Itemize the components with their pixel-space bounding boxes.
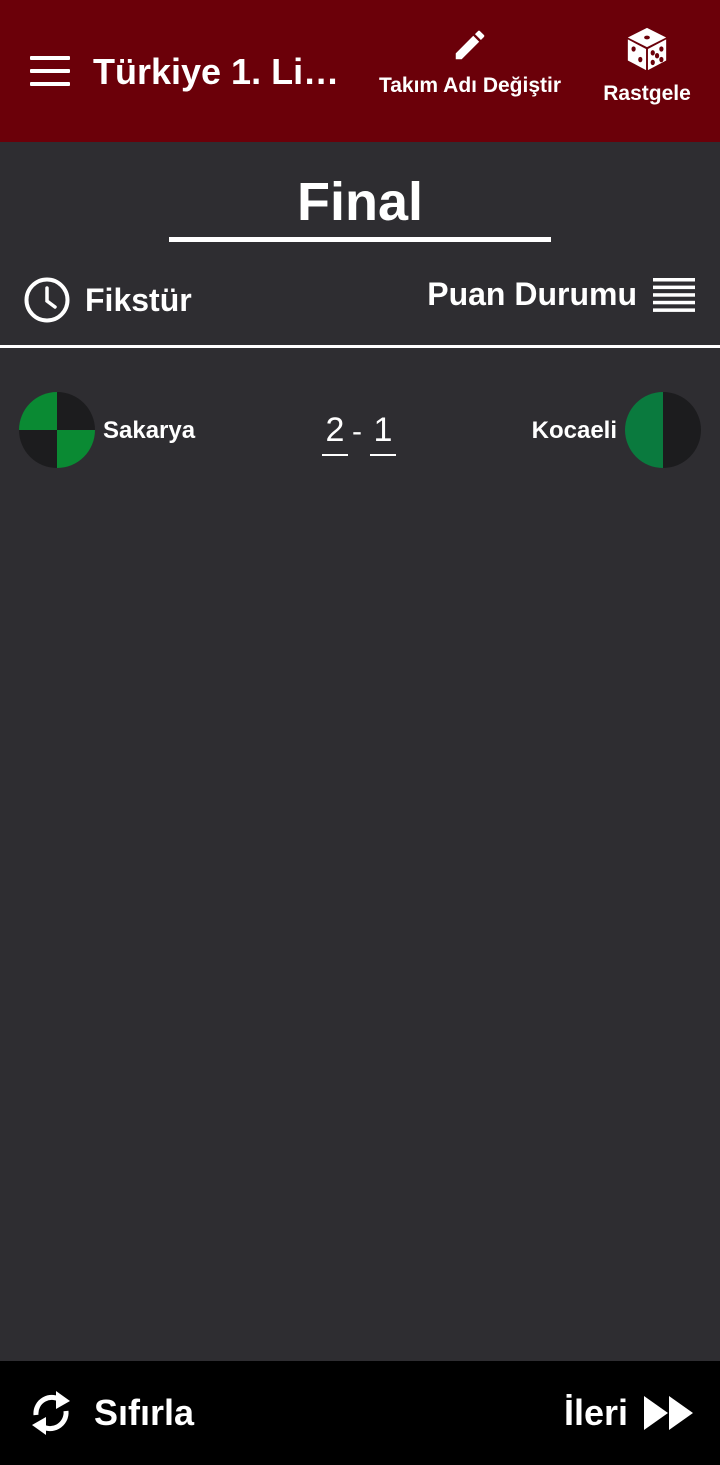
away-team-name: Kocaeli [531,417,617,444]
rename-team-button[interactable]: Takım Adı Değiştir [372,26,568,98]
reset-label: Sıfırla [94,1392,195,1433]
tab-fixture-label: Fikstür [85,281,192,318]
clock-icon [24,277,70,323]
next-label: İleri [563,1392,628,1433]
list-icon [653,277,695,312]
bottom-bar: Sıfırla İleri [0,1361,720,1465]
refresh-icon [32,1391,70,1435]
tabs-divider [0,345,720,348]
tab-standings[interactable]: Puan Durumu [427,276,695,313]
home-team-name: Sakarya [103,417,196,444]
away-score-input[interactable]: 1 [370,410,396,456]
match-row: Sakarya 2 - 1 Kocaeli [0,390,720,470]
score-separator: - [352,415,362,448]
app-bar: Türkiye 1. Lig... Takım Adı Değiştir Ras… [0,0,720,142]
away-team-logo [625,392,701,468]
app-title: Türkiye 1. Lig... [93,51,355,92]
random-button[interactable]: Rastgele [598,26,696,106]
menu-icon[interactable] [30,56,70,86]
home-score-input[interactable]: 2 [322,410,348,456]
round-title-underline [169,237,551,242]
rename-team-label: Takım Adı Değiştir [378,74,562,97]
tab-fixture[interactable]: Fikstür [23,276,192,324]
dice-icon [627,27,667,71]
next-button[interactable]: İleri [564,1383,694,1443]
round-title: Final [296,172,423,232]
pencil-icon [455,30,485,60]
fast-forward-icon [644,1396,693,1430]
tab-standings-label: Puan Durumu [427,276,637,312]
reset-button[interactable]: Sıfırla [28,1383,194,1443]
home-team-logo [19,392,95,468]
random-label: Rastgele [603,82,691,105]
